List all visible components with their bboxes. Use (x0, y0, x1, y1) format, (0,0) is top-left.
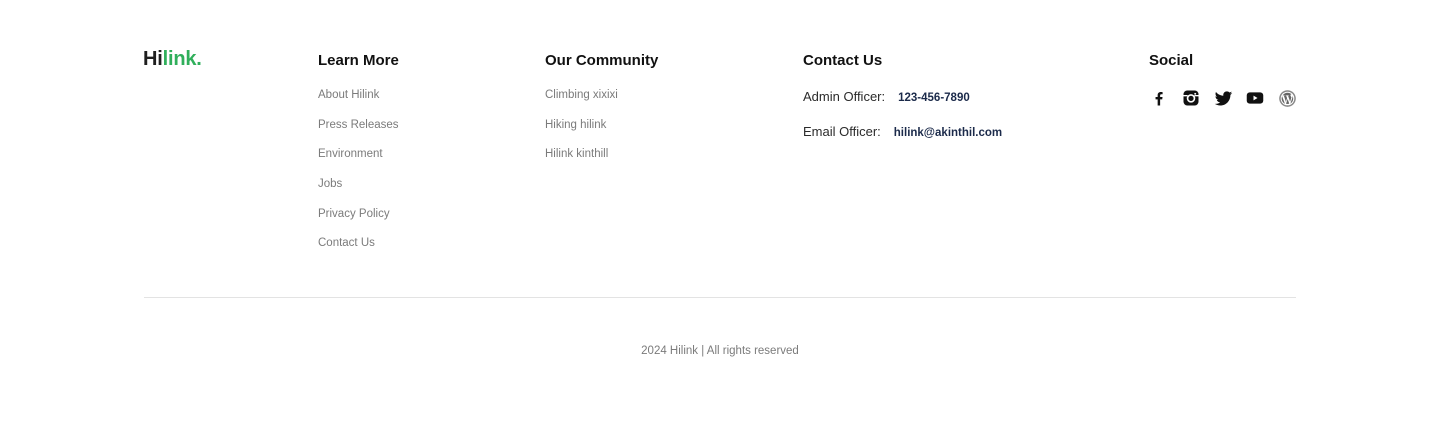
social-icons (1149, 88, 1297, 108)
admin-officer-row: Admin Officer: 123-456-7890 (803, 89, 970, 104)
link-kinthill[interactable]: Hilink kinthill (545, 147, 658, 177)
social-heading: Social (1149, 52, 1194, 69)
link-contact-us[interactable]: Contact Us (318, 236, 399, 266)
footer-divider (144, 297, 1296, 298)
admin-officer-phone[interactable]: 123-456-7890 (898, 92, 970, 104)
facebook-icon[interactable] (1149, 88, 1169, 108)
site-footer: Hilink. Learn More About Hilink Press Re… (0, 0, 1440, 438)
email-officer-row: Email Officer: hilink@akinthil.com (803, 124, 1002, 139)
community-heading: Our Community (545, 52, 659, 69)
link-privacy-policy[interactable]: Privacy Policy (318, 207, 399, 237)
instagram-icon[interactable] (1181, 88, 1201, 108)
admin-officer-label: Admin Officer: (803, 89, 886, 104)
email-officer-address[interactable]: hilink@akinthil.com (894, 127, 1002, 139)
link-press-releases[interactable]: Press Releases (318, 118, 399, 148)
wordpress-icon[interactable] (1277, 88, 1297, 108)
contact-heading: Contact Us (803, 52, 883, 69)
learn-more-links: About Hilink Press Releases Environment … (318, 88, 399, 266)
youtube-icon[interactable] (1245, 88, 1265, 108)
twitter-icon[interactable] (1213, 88, 1233, 108)
link-environment[interactable]: Environment (318, 147, 399, 177)
logo[interactable]: Hilink. (143, 47, 202, 71)
link-jobs[interactable]: Jobs (318, 177, 399, 207)
learn-more-heading: Learn More (318, 52, 399, 69)
logo-text-green: link. (162, 48, 202, 70)
logo-text-dark: Hi (143, 48, 163, 70)
email-officer-label: Email Officer: (803, 124, 881, 139)
link-climbing[interactable]: Climbing xixixi (545, 88, 658, 118)
learn-more-column: Learn More About Hilink Press Releases E… (318, 52, 399, 266)
link-hiking[interactable]: Hiking hilink (545, 118, 658, 148)
community-links: Climbing xixixi Hiking hilink Hilink kin… (545, 88, 658, 177)
social-column: Social (1149, 52, 1309, 112)
community-column: Our Community Climbing xixixi Hiking hil… (545, 52, 658, 177)
contact-column: Contact Us Admin Officer: 123-456-7890 E… (803, 52, 1103, 172)
link-about-hilink[interactable]: About Hilink (318, 88, 399, 118)
copyright-text: 2024 Hilink | All rights reserved (641, 345, 799, 357)
